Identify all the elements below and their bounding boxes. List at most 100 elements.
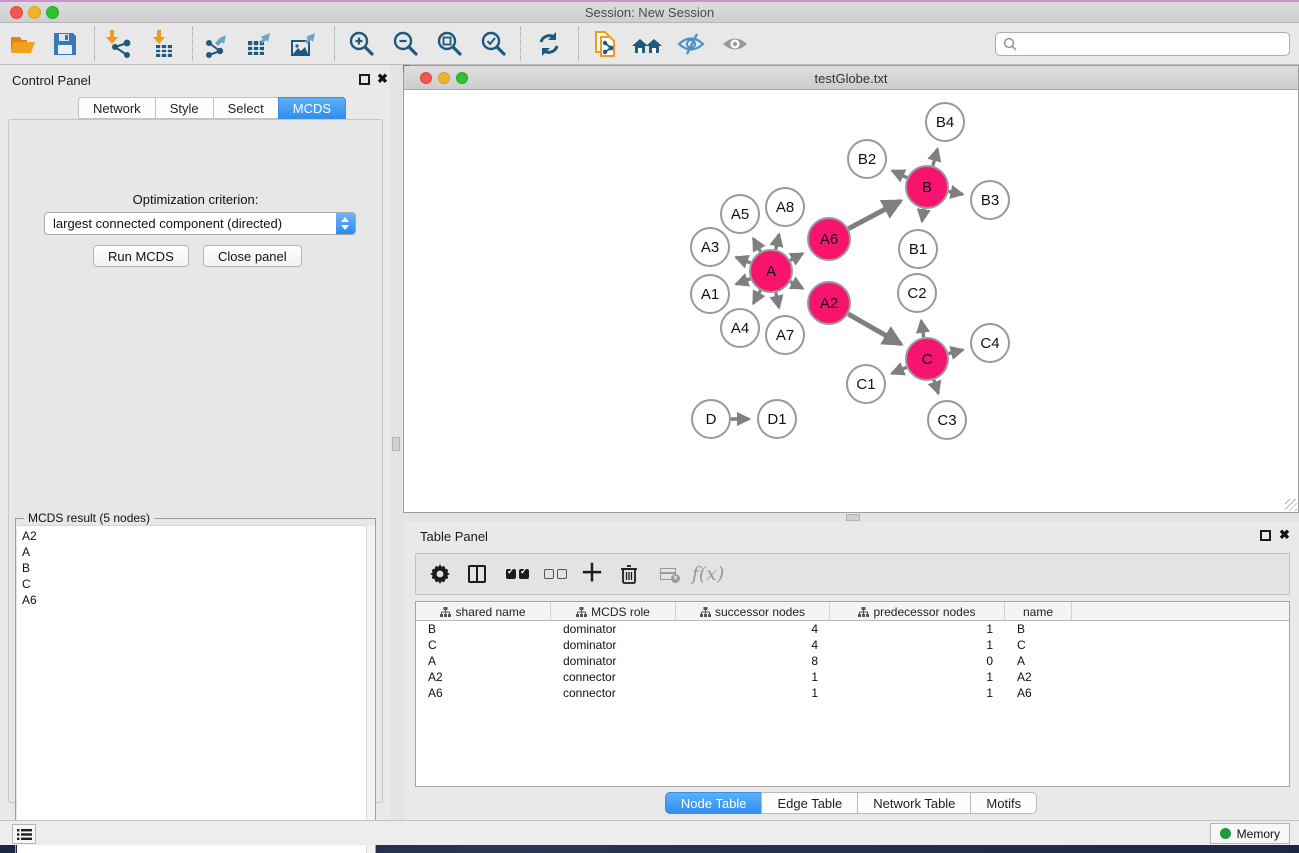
criterion-dropdown[interactable]: largest connected component (directed) — [44, 212, 356, 235]
memory-button[interactable]: Memory — [1210, 823, 1290, 844]
resize-corner-icon[interactable] — [1285, 499, 1297, 511]
table-cell[interactable]: dominator — [551, 653, 676, 669]
node-table[interactable]: shared nameMCDS rolesuccessor nodesprede… — [415, 601, 1290, 787]
node-A2[interactable]: A2 — [808, 282, 850, 324]
import-network-button[interactable] — [102, 28, 136, 60]
mcds-result-list[interactable]: A2ABCA6 — [17, 525, 375, 853]
table-cell[interactable]: A — [1005, 653, 1072, 669]
settings-gear-button[interactable] — [424, 559, 456, 589]
table-cell[interactable]: 1 — [830, 685, 1005, 701]
edge-C-C4[interactable] — [948, 350, 963, 354]
table-cell[interactable]: 1 — [676, 669, 830, 685]
table-cell[interactable]: 8 — [676, 653, 830, 669]
run-mcds-button[interactable]: Run MCDS — [93, 245, 189, 267]
tab-select[interactable]: Select — [213, 97, 278, 119]
node-B[interactable]: B — [906, 166, 948, 208]
edge-C-C3[interactable] — [934, 380, 938, 393]
table-cell[interactable]: B — [1005, 621, 1072, 637]
mcds-result-item[interactable]: C — [22, 576, 375, 592]
table-cell[interactable]: B — [416, 621, 551, 637]
node-A4[interactable]: A4 — [721, 309, 759, 347]
node-D1[interactable]: D1 — [758, 400, 796, 438]
tab-motifs[interactable]: Motifs — [970, 792, 1037, 814]
function-builder-button[interactable]: f(x) — [692, 559, 724, 589]
save-session-button[interactable] — [48, 28, 82, 60]
table-cell[interactable]: dominator — [551, 621, 676, 637]
delete-table-button[interactable]: ✕ — [652, 559, 684, 589]
table-cell[interactable]: 1 — [830, 621, 1005, 637]
close-panel-icon[interactable]: ✖ — [1279, 527, 1290, 543]
table-cell[interactable]: A6 — [1005, 685, 1072, 701]
node-C2[interactable]: C2 — [898, 274, 936, 312]
select-all-button[interactable] — [501, 559, 533, 589]
show-eye-button[interactable] — [718, 28, 752, 60]
node-B3[interactable]: B3 — [971, 181, 1009, 219]
table-cell[interactable]: A — [416, 653, 551, 669]
tab-network-table[interactable]: Network Table — [857, 792, 970, 814]
column-header-successor-nodes[interactable]: successor nodes — [676, 602, 830, 621]
zoom-in-button[interactable] — [344, 28, 378, 60]
node-C3[interactable]: C3 — [928, 401, 966, 439]
add-column-button[interactable]: ＋ — [576, 559, 608, 589]
edge-A-A8[interactable] — [776, 234, 779, 249]
table-cell[interactable]: connector — [551, 685, 676, 701]
mcds-result-item[interactable]: B — [22, 560, 375, 576]
search-box[interactable] — [995, 32, 1290, 56]
table-cell[interactable]: C — [1005, 637, 1072, 653]
node-A7[interactable]: A7 — [766, 316, 804, 354]
vertical-split-divider[interactable] — [390, 65, 403, 820]
tab-node-table[interactable]: Node Table — [665, 792, 762, 814]
edge-C-C1[interactable] — [892, 367, 907, 373]
export-network-button[interactable] — [200, 28, 234, 60]
node-C4[interactable]: C4 — [971, 324, 1009, 362]
edge-A-A6[interactable] — [790, 253, 802, 260]
column-header-shared-name[interactable]: shared name — [416, 602, 551, 621]
table-row[interactable]: Adominator80A — [416, 653, 1289, 669]
table-cell[interactable]: 4 — [676, 621, 830, 637]
edge-A-A7[interactable] — [776, 292, 779, 307]
table-cell[interactable]: dominator — [551, 637, 676, 653]
import-table-button[interactable] — [146, 28, 180, 60]
table-cell[interactable]: A2 — [1005, 669, 1072, 685]
table-cell[interactable]: connector — [551, 669, 676, 685]
float-panel-icon[interactable] — [1260, 530, 1271, 541]
scrollbar[interactable] — [366, 525, 375, 853]
hide-eye-button[interactable] — [674, 28, 708, 60]
table-cell[interactable]: 1 — [830, 637, 1005, 653]
node-B4[interactable]: B4 — [926, 103, 964, 141]
node-A6[interactable]: A6 — [808, 218, 850, 260]
close-panel-icon[interactable]: ✖ — [377, 71, 388, 87]
mcds-result-item[interactable]: A2 — [22, 528, 375, 544]
node-A1[interactable]: A1 — [691, 275, 729, 313]
edge-A2-C[interactable] — [848, 314, 901, 344]
divider-grabber[interactable] — [392, 437, 400, 451]
edge-A6-B[interactable] — [848, 201, 900, 229]
node-A5[interactable]: A5 — [721, 195, 759, 233]
mcds-result-item[interactable]: A6 — [22, 592, 375, 608]
network-canvas[interactable]: AA1A2A3A4A5A6A7A8BB1B2B3B4CC1C2C3C4DD1 — [404, 90, 1298, 512]
horizontal-split-divider[interactable] — [403, 513, 1299, 522]
zoom-out-button[interactable] — [388, 28, 422, 60]
table-row[interactable]: Bdominator41B — [416, 621, 1289, 637]
edge-C-C2[interactable] — [921, 321, 924, 338]
zoom-fit-button[interactable] — [432, 28, 466, 60]
column-header-name[interactable]: name — [1005, 602, 1072, 621]
export-image-button[interactable] — [286, 28, 320, 60]
node-A[interactable]: A — [750, 250, 792, 292]
edge-A-A3[interactable] — [736, 257, 750, 263]
edge-A-A1[interactable] — [736, 279, 750, 284]
table-cell[interactable]: C — [416, 637, 551, 653]
tab-style[interactable]: Style — [155, 97, 213, 119]
edge-A-A5[interactable] — [753, 239, 760, 252]
node-C1[interactable]: C1 — [847, 365, 885, 403]
tab-mcds[interactable]: MCDS — [278, 97, 346, 119]
table-row[interactable]: A2connector11A2 — [416, 669, 1289, 685]
edge-B-B3[interactable] — [949, 191, 963, 194]
column-view-button[interactable] — [461, 559, 493, 589]
divider-grabber[interactable] — [846, 514, 860, 521]
open-session-button[interactable] — [6, 28, 40, 60]
export-table-button[interactable] — [242, 28, 276, 60]
tab-network[interactable]: Network — [78, 97, 155, 119]
home-button[interactable] — [630, 28, 664, 60]
deselect-all-button[interactable] — [539, 559, 571, 589]
